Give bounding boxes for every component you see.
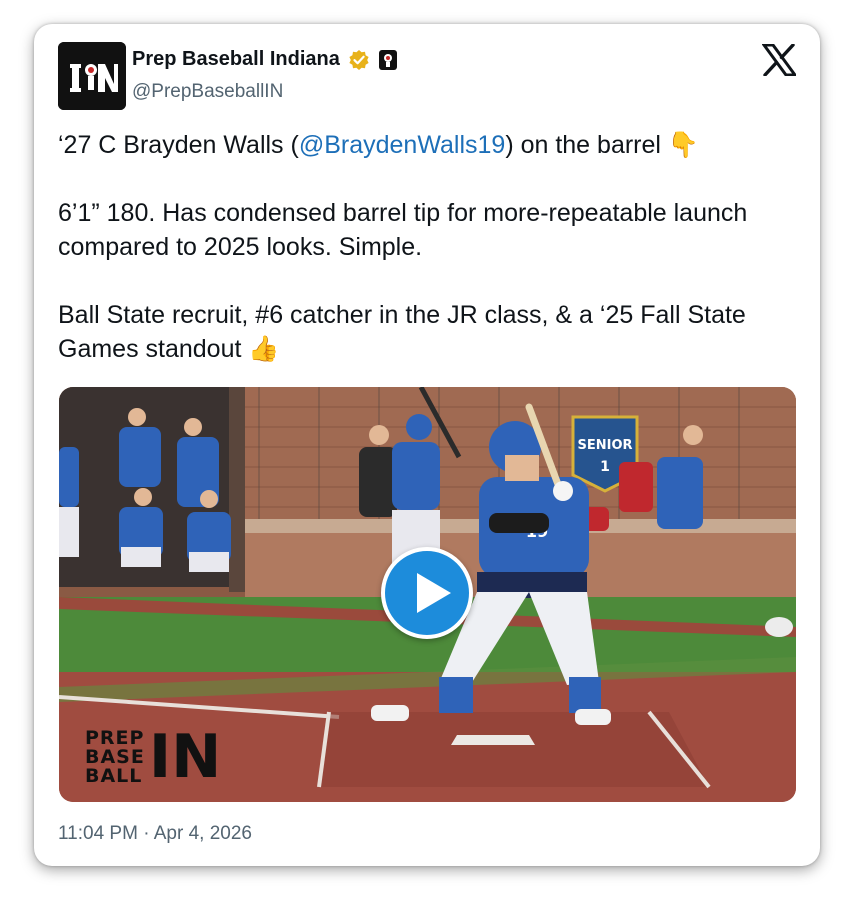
mention-link[interactable]: @BraydenWalls19 xyxy=(299,131,505,159)
watermark-line-base: BASE xyxy=(85,745,145,768)
tweet-text-part: ‘27 C Brayden Walls ( xyxy=(58,131,299,159)
watermark-text: PREP BASE BALL xyxy=(85,726,145,787)
prep-baseball-watermark: PREP BASE BALL IN xyxy=(85,727,221,787)
tweet-card: Prep Baseball Indiana @PrepBaseballIN ‘2… xyxy=(34,24,820,866)
verified-badge-icon xyxy=(349,49,369,70)
prep-baseball-indiana-logo xyxy=(58,42,126,110)
affiliate-badge-icon[interactable] xyxy=(378,49,398,71)
watermark-line-prep: PREP xyxy=(85,726,145,749)
video-media[interactable]: SENIOR 1 PREP BASE BALL IN xyxy=(59,387,796,802)
tweet-paragraph-2: 6’1” 180. Has condensed barrel tip for m… xyxy=(58,199,748,261)
author-display-name[interactable]: Prep Baseball Indiana xyxy=(132,48,340,71)
watermark-line-ball: BALL xyxy=(85,764,143,787)
tweet-timestamp[interactable]: 11:04 PM · Apr 4, 2026 xyxy=(58,823,252,845)
tweet-text-part: ) on the barrel 👇 xyxy=(505,131,700,159)
banner-number: 1 xyxy=(600,459,610,475)
tweet-line-1: ‘27 C Brayden Walls (@BraydenWalls19) on… xyxy=(58,128,798,162)
watermark-in-logo: IN xyxy=(148,722,222,792)
banner-text: SENIOR xyxy=(577,438,632,453)
avatar[interactable] xyxy=(58,42,126,110)
tweet-text: ‘27 C Brayden Walls (@BraydenWalls19) on… xyxy=(58,128,798,366)
play-button[interactable] xyxy=(381,547,473,639)
tweet-paragraph-3: Ball State recruit, #6 catcher in the JR… xyxy=(58,301,746,363)
x-logo-icon[interactable] xyxy=(762,44,796,76)
author-handle[interactable]: @PrepBaseballIN xyxy=(132,81,283,103)
